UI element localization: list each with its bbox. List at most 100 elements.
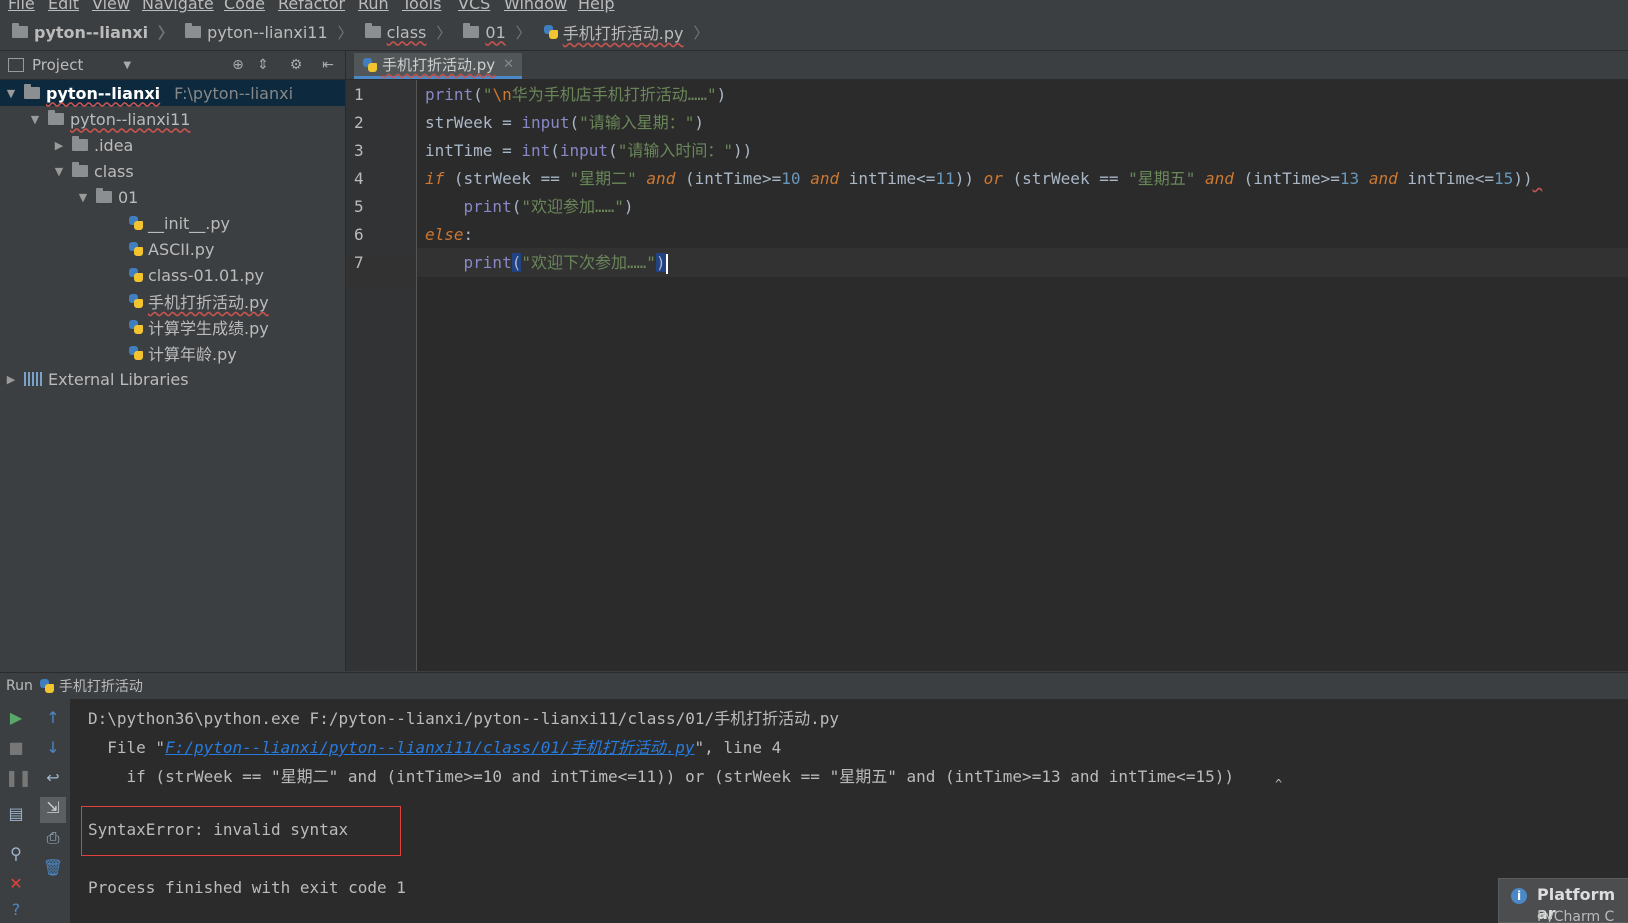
code-line-6: else:	[425, 225, 474, 244]
python-file-icon	[128, 293, 144, 309]
notification-subtitle: PyCharm C	[1537, 909, 1615, 923]
python-run-config-icon	[39, 678, 55, 694]
editor-tab-bar: 手机打折活动.py ✕	[346, 51, 1628, 80]
text-cursor	[665, 253, 668, 274]
chevron-right-icon: 〉	[158, 23, 174, 42]
code-line-4: if (strWeek == "星期二" and (intTime>=10 an…	[425, 169, 1533, 188]
python-file-icon	[128, 241, 144, 257]
close-icon[interactable]: ✕	[5, 873, 27, 895]
menu-file[interactable]: File	[8, 0, 35, 13]
traceback-file-link[interactable]: F:/pyton--lianxi/pyton--lianxi11/class/0…	[165, 738, 694, 757]
line-number: 7	[354, 253, 364, 272]
hide-panel-icon[interactable]: ⇤	[320, 57, 336, 73]
console-error-message: SyntaxError: invalid syntax	[88, 820, 349, 839]
tree-item-01[interactable]: ▼ 01	[0, 184, 345, 210]
console-code-line: if (strWeek == "星期二" and (intTime>=10 an…	[88, 767, 1234, 786]
line-number: 4	[354, 169, 364, 188]
collapsed-arrow-icon: ▶	[54, 138, 64, 152]
code-editor[interactable]: print("\n华为手机店手机打折活动……") strWeek = input…	[417, 80, 1628, 671]
library-icon	[24, 372, 42, 386]
python-file-icon	[128, 267, 144, 283]
info-icon: i	[1511, 888, 1527, 904]
folder-icon	[48, 110, 64, 125]
breadcrumb-item-class[interactable]: class 〉	[364, 22, 452, 43]
project-icon	[8, 58, 24, 72]
code-line-3: intTime = int(input("请输入时间："))	[425, 141, 753, 160]
console-exit-message: Process finished with exit code 1	[88, 878, 406, 897]
console-error-caret: ^	[1275, 777, 1283, 791]
restore-layout-icon[interactable]: ▤	[5, 803, 27, 825]
tree-item-idea[interactable]: ▶ .idea	[0, 132, 345, 158]
code-line-7: print("欢迎下次参加……")	[463, 253, 668, 274]
arrow-down-icon[interactable]: ↓	[42, 737, 64, 759]
collapse-all-icon[interactable]: ⇕	[255, 57, 271, 73]
menu-navigate[interactable]: Navigate	[142, 0, 214, 13]
project-panel: Project ▼ ⊕ ⇕ ⚙ ⇤ ▼ pyton--lianxi F:\pyt…	[0, 51, 346, 671]
project-panel-header: Project ▼ ⊕ ⇕ ⚙ ⇤	[0, 51, 345, 80]
run-toolbar: ▶ ■ ❚❚ ▤ ⚲ ✕ ? ↑ ↓ ↩ ⇲ ⎙ 🗑	[0, 699, 70, 923]
menu-refactor[interactable]: Refactor	[278, 0, 345, 13]
expand-arrow-icon: ▼	[6, 86, 16, 100]
line-number: 6	[354, 225, 364, 244]
menu-view[interactable]: View	[92, 0, 130, 13]
breadcrumb-item-01[interactable]: 01 〉	[463, 22, 531, 43]
run-console[interactable]: D:\python36\python.exe F:/pyton--lianxi/…	[70, 699, 1628, 923]
stop-icon[interactable]: ■	[5, 737, 27, 759]
scroll-to-end-icon[interactable]: ⇲	[40, 797, 66, 823]
breadcrumb: pyton--lianxi 〉 pyton--lianxi11 〉 class 〉 0…	[0, 14, 1628, 51]
tree-item-external-libraries[interactable]: ▶ External Libraries	[0, 366, 345, 392]
breadcrumb-item-root[interactable]: pyton--lianxi 〉	[12, 22, 173, 43]
collapsed-arrow-icon: ▶	[6, 372, 16, 386]
editor-tab-phone-discount[interactable]: 手机打折活动.py ✕	[354, 53, 523, 79]
chevron-right-icon: 〉	[515, 23, 531, 42]
breadcrumb-item-file[interactable]: 手机打折活动.py 〉	[543, 20, 709, 44]
tree-item-class-0101[interactable]: class-01.01.py	[0, 262, 345, 288]
arrow-up-icon[interactable]: ↑	[42, 707, 64, 729]
menu-run[interactable]: Run	[358, 0, 389, 13]
folder-icon	[364, 23, 381, 38]
breadcrumb-item-subproject[interactable]: pyton--lianxi11 〉	[185, 22, 353, 43]
expand-arrow-icon: ▼	[54, 164, 64, 178]
menu-vcs[interactable]: VCS	[458, 0, 490, 13]
python-file-icon	[128, 345, 144, 361]
line-number: 5	[354, 197, 364, 216]
python-file-icon	[128, 319, 144, 335]
folder-icon	[12, 23, 28, 38]
tree-item-class[interactable]: ▼ class	[0, 158, 345, 184]
tree-item-init[interactable]: __init__.py	[0, 210, 345, 236]
expand-arrow-icon: ▼	[78, 190, 88, 204]
menu-bar: File Edit View Navigate Code Refactor Ru…	[0, 0, 1628, 14]
run-config-name[interactable]: 手机打折活动	[59, 676, 143, 696]
python-file-icon	[543, 24, 559, 40]
menu-code[interactable]: Code	[224, 0, 265, 13]
menu-window[interactable]: Window	[504, 0, 567, 13]
help-icon[interactable]: ?	[5, 899, 27, 921]
pin-icon[interactable]: ⚲	[5, 843, 27, 865]
tree-item-root[interactable]: ▼ pyton--lianxi F:\pyton--lianxi	[0, 80, 345, 106]
expand-arrow-icon: ▼	[30, 112, 40, 126]
tree-item-student-score[interactable]: 计算学生成绩.py	[0, 314, 345, 340]
menu-help[interactable]: Help	[578, 0, 614, 13]
rerun-icon[interactable]: ▶	[5, 707, 27, 729]
project-view-selector[interactable]: Project ▼	[8, 56, 131, 74]
code-line-1: print("\n华为手机店手机打折活动……")	[425, 85, 727, 104]
trash-icon[interactable]: 🗑	[42, 857, 64, 879]
menu-edit[interactable]: Edit	[48, 0, 79, 13]
chevron-right-icon: 〉	[436, 23, 452, 42]
print-icon[interactable]: ⎙	[42, 827, 64, 849]
close-icon[interactable]: ✕	[503, 57, 514, 72]
locate-icon[interactable]: ⊕	[230, 57, 246, 73]
tree-item-age[interactable]: 计算年龄.py	[0, 340, 345, 366]
gear-icon[interactable]: ⚙	[288, 57, 304, 73]
tree-item-phone-discount[interactable]: 手机打折活动.py	[0, 288, 345, 314]
tree-item-ascii[interactable]: ASCII.py	[0, 236, 345, 262]
python-file-icon	[128, 215, 144, 231]
notification-balloon[interactable]: i Platform ar PyCharm C	[1498, 878, 1628, 923]
tree-item-pyton-lianxi11[interactable]: ▼ pyton--lianxi11	[0, 106, 345, 132]
chevron-right-icon: 〉	[337, 23, 353, 42]
python-file-icon	[362, 57, 378, 73]
line-number: 2	[354, 113, 364, 132]
menu-tools[interactable]: Tools	[402, 0, 441, 13]
soft-wrap-icon[interactable]: ↩	[42, 767, 64, 789]
pause-icon[interactable]: ❚❚	[5, 767, 32, 789]
